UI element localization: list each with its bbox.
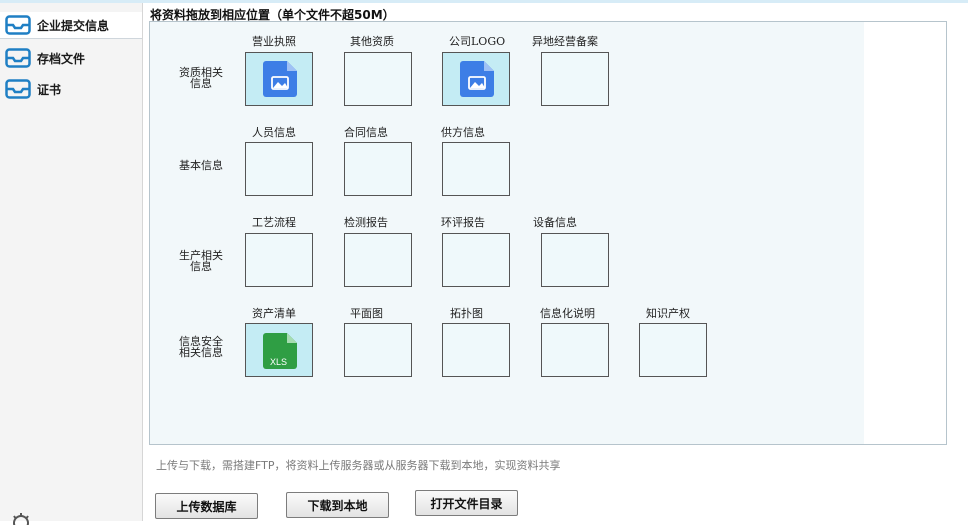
sidebar-item-archived-files[interactable]: 存档文件 bbox=[0, 45, 142, 71]
top-accent-bar bbox=[0, 0, 968, 3]
slot-label: 其他资质 bbox=[350, 35, 394, 48]
gear-icon[interactable] bbox=[6, 511, 36, 525]
drop-slot-inspection-report[interactable] bbox=[344, 233, 412, 287]
section-label-info-security: 信息安全 相关信息 bbox=[179, 335, 223, 359]
sidebar: 企业提交信息 存档文件 证书 bbox=[0, 3, 143, 525]
inbox-icon bbox=[5, 15, 31, 35]
drop-slot-it-description[interactable] bbox=[541, 323, 609, 377]
slot-label: 人员信息 bbox=[252, 126, 296, 139]
slot-label: 环评报告 bbox=[441, 216, 485, 229]
sidebar-item-company-submission[interactable]: 企业提交信息 bbox=[0, 12, 142, 39]
slot-label: 知识产权 bbox=[646, 307, 690, 320]
slot-label: 设备信息 bbox=[533, 216, 577, 229]
drop-slot-process-flow[interactable] bbox=[245, 233, 313, 287]
slot-label: 合同信息 bbox=[344, 126, 388, 139]
drop-slot-business-license[interactable] bbox=[245, 52, 313, 106]
drop-slot-remote-operation-filing[interactable] bbox=[541, 52, 609, 106]
slot-label: 供方信息 bbox=[441, 126, 485, 139]
slot-label: 工艺流程 bbox=[252, 216, 296, 229]
drop-slot-asset-list[interactable]: XLS bbox=[245, 323, 313, 377]
slot-label: 营业执照 bbox=[252, 35, 296, 48]
drop-slot-floor-plan[interactable] bbox=[344, 323, 412, 377]
slot-label: 异地经营备案 bbox=[532, 35, 598, 48]
open-file-directory-button[interactable]: 打开文件目录 bbox=[415, 490, 518, 516]
drop-slot-environmental-report[interactable] bbox=[442, 233, 510, 287]
section-label-qualification: 资质相关 信息 bbox=[179, 66, 223, 90]
inbox-icon bbox=[5, 48, 31, 68]
slot-label: 公司LOGO bbox=[449, 35, 506, 48]
image-file-icon bbox=[263, 61, 297, 97]
slot-label: 信息化说明 bbox=[540, 307, 595, 320]
drop-slot-company-logo[interactable] bbox=[442, 52, 510, 106]
slot-label: 拓扑图 bbox=[450, 307, 483, 320]
slot-label: 资产清单 bbox=[252, 307, 296, 320]
slot-label: 检测报告 bbox=[344, 216, 388, 229]
section-label-basic: 基本信息 bbox=[179, 159, 223, 172]
ftp-note: 上传与下载，需搭建FTP，将资料上传服务器或从服务器下载到本地，实现资料共享 bbox=[156, 459, 561, 472]
drop-slot-supplier-info[interactable] bbox=[442, 142, 510, 196]
drop-slot-contract-info[interactable] bbox=[344, 142, 412, 196]
inbox-icon bbox=[5, 79, 31, 99]
drop-slot-other-qualifications[interactable] bbox=[344, 52, 412, 106]
sidebar-item-certificates[interactable]: 证书 bbox=[0, 76, 142, 102]
drop-slot-intellectual-property[interactable] bbox=[639, 323, 707, 377]
drop-slot-personnel-info[interactable] bbox=[245, 142, 313, 196]
slot-label: 平面图 bbox=[350, 307, 383, 320]
sidebar-item-label: 证书 bbox=[37, 82, 62, 97]
section-label-production: 生产相关 信息 bbox=[179, 249, 223, 273]
xls-file-label: XLS bbox=[270, 357, 288, 367]
sidebar-item-label: 存档文件 bbox=[37, 51, 86, 66]
image-file-icon bbox=[460, 61, 494, 97]
sidebar-item-label: 企业提交信息 bbox=[37, 18, 110, 33]
drop-slot-topology-diagram[interactable] bbox=[442, 323, 510, 377]
upload-database-button[interactable]: 上传数据库 bbox=[155, 493, 258, 519]
drop-slot-equipment-info[interactable] bbox=[541, 233, 609, 287]
download-local-button[interactable]: 下载到本地 bbox=[286, 492, 389, 518]
